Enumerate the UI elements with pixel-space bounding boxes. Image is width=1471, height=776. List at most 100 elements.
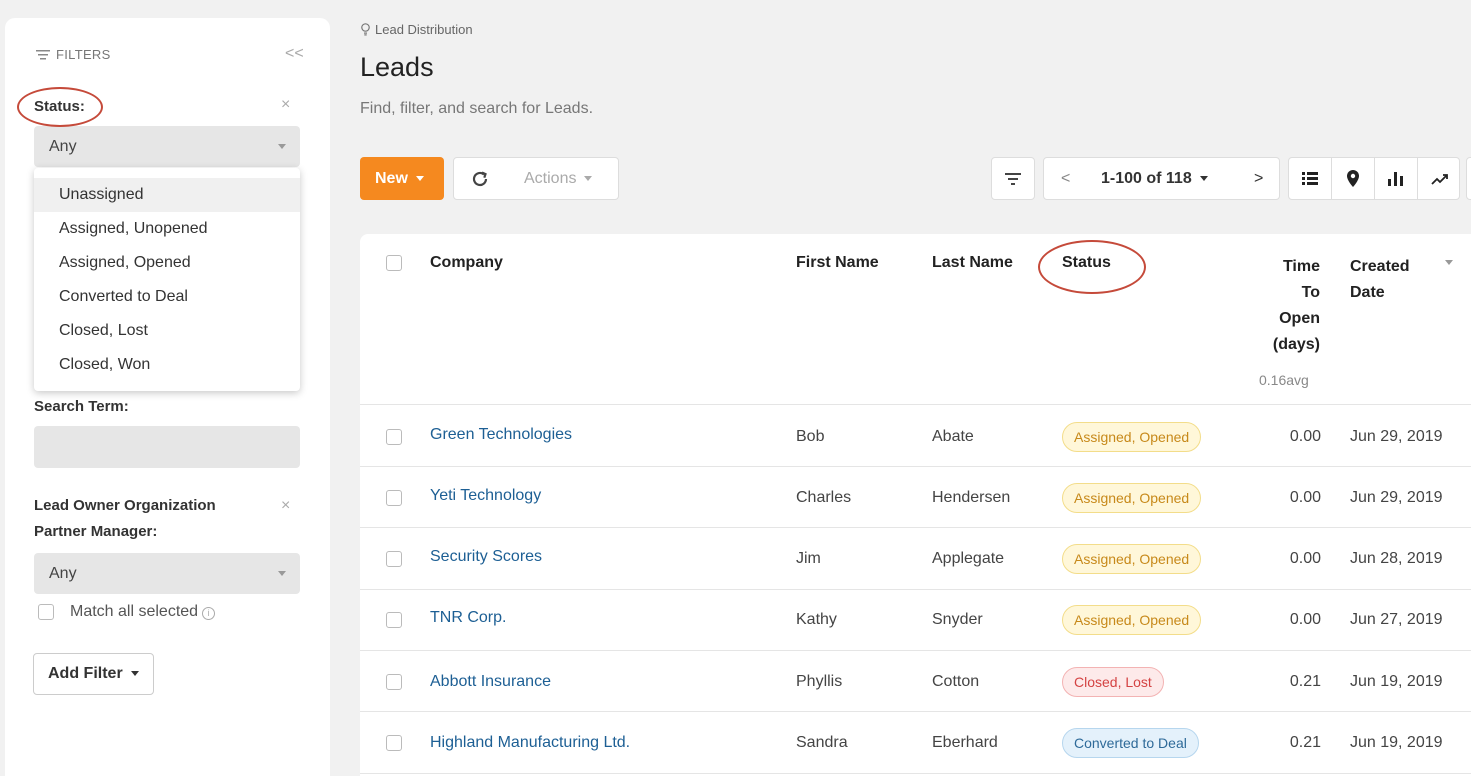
row-checkbox[interactable] [386, 612, 402, 628]
last-name-cell: Eberhard [932, 734, 998, 751]
column-filter-button[interactable] [991, 157, 1035, 200]
row-checkbox[interactable] [386, 490, 402, 506]
company-link[interactable]: Yeti Technology [430, 487, 541, 505]
partner-manager-select[interactable]: Any [34, 553, 300, 594]
row-checkbox[interactable] [386, 735, 402, 751]
column-header-company[interactable]: Company [430, 254, 503, 272]
chevron-down-icon [1199, 176, 1208, 182]
status-option-unassigned[interactable]: Unassigned [34, 178, 300, 212]
created-date-cell: Jun 19, 2019 [1350, 673, 1443, 690]
status-option-closed-lost[interactable]: Closed, Lost [34, 314, 300, 348]
status-filter-label: Status: [34, 98, 85, 115]
actions-group: Actions [453, 157, 619, 200]
view-switcher [1288, 157, 1460, 200]
column-header-last-name[interactable]: Last Name [932, 254, 1013, 272]
list-view-button[interactable] [1289, 158, 1332, 199]
header-divider [360, 404, 1471, 405]
status-option-closed-won[interactable]: Closed, Won [34, 348, 300, 382]
lightbulb-icon [361, 23, 370, 36]
time-to-open-cell: 0.21 [1289, 734, 1321, 751]
chevron-down-icon [584, 176, 593, 182]
chevron-down-icon [278, 144, 286, 149]
status-badge: Assigned, Opened [1062, 483, 1202, 513]
first-name-cell: Jim [796, 550, 821, 567]
filters-header: FILTERS [36, 47, 111, 62]
created-date-cell: Jun 29, 2019 [1350, 489, 1443, 506]
select-all-checkbox[interactable] [386, 255, 402, 271]
created-date-cell: Jun 28, 2019 [1350, 550, 1443, 567]
status-option-assigned-unopened[interactable]: Assigned, Unopened [34, 212, 300, 246]
status-option-converted-to-deal[interactable]: Converted to Deal [34, 280, 300, 314]
chevron-down-icon [278, 571, 286, 576]
breadcrumb-text: Lead Distribution [375, 22, 473, 37]
column-header-status[interactable]: Status [1062, 254, 1111, 272]
next-page-icon[interactable]: > [1254, 158, 1263, 199]
match-all-label: Match all selected [70, 603, 199, 620]
status-select-value: Any [49, 138, 77, 155]
match-all-selected: Match all selected i [38, 603, 216, 621]
status-select[interactable]: Any [34, 126, 300, 167]
add-filter-button[interactable]: Add Filter [33, 653, 154, 695]
list-icon [1302, 172, 1318, 185]
refresh-icon[interactable] [470, 169, 490, 189]
time-to-open-cell: 0.00 [1289, 428, 1321, 445]
last-name-cell: Cotton [932, 673, 980, 690]
new-button[interactable]: New [360, 157, 444, 200]
last-name-cell: Abate [932, 428, 974, 445]
company-link[interactable]: Security Scores [430, 548, 542, 566]
last-name-cell: Applegate [932, 550, 1005, 567]
company-link[interactable]: Abbott Insurance [430, 673, 551, 691]
info-icon[interactable]: i [202, 606, 216, 620]
time-to-open-cell: 0.00 [1289, 550, 1321, 567]
column-header-created-date[interactable]: Created Date [1350, 254, 1410, 306]
row-checkbox[interactable] [386, 551, 402, 567]
created-date-cell: Jun 27, 2019 [1350, 611, 1443, 628]
map-view-button[interactable] [1332, 158, 1375, 199]
time-to-open-average: 0.16avg [1259, 372, 1309, 388]
chevron-down-icon [130, 671, 139, 677]
filter-lines-icon [1005, 173, 1021, 185]
more-options-button[interactable] [1466, 157, 1471, 200]
first-name-cell: Phyllis [796, 673, 843, 690]
new-button-label: New [375, 170, 408, 187]
trend-line-icon [1430, 173, 1448, 185]
column-header-first-name[interactable]: First Name [796, 254, 879, 272]
time-to-open-line4: (days) [1272, 336, 1320, 353]
last-name-cell: Snyder [932, 611, 983, 628]
match-all-checkbox[interactable] [38, 604, 54, 620]
collapse-sidebar-icon[interactable]: << [285, 45, 304, 63]
first-name-cell: Charles [796, 489, 852, 506]
pagination-range[interactable]: 1-100 of 118 [1101, 158, 1208, 199]
sort-descending-icon[interactable] [1445, 260, 1453, 265]
clear-status-filter-icon[interactable]: × [281, 96, 290, 114]
row-divider [360, 650, 1471, 651]
trend-view-button[interactable] [1418, 158, 1459, 199]
search-term-input[interactable] [34, 426, 300, 468]
company-link[interactable]: Green Technologies [430, 426, 572, 444]
breadcrumb[interactable]: Lead Distribution [361, 22, 473, 37]
company-link[interactable]: TNR Corp. [430, 609, 506, 627]
first-name-cell: Bob [796, 428, 825, 445]
previous-page-icon[interactable]: < [1061, 158, 1070, 199]
add-filter-label: Add Filter [48, 665, 123, 682]
actions-button[interactable]: Actions [524, 158, 593, 199]
page-subtitle: Find, filter, and search for Leads. [360, 100, 594, 117]
partner-manager-label-line1: Lead Owner Organization [34, 497, 216, 514]
row-checkbox[interactable] [386, 429, 402, 445]
actions-label: Actions [524, 170, 577, 187]
column-header-time-to-open[interactable]: Time To Open (days) [1240, 254, 1320, 358]
partner-manager-select-value: Any [49, 565, 77, 582]
company-link[interactable]: Highland Manufacturing Ltd. [430, 734, 630, 752]
row-checkbox[interactable] [386, 674, 402, 690]
row-divider [360, 589, 1471, 590]
bar-chart-icon [1388, 171, 1403, 186]
status-option-assigned-opened[interactable]: Assigned, Opened [34, 246, 300, 280]
filters-title: FILTERS [56, 47, 111, 62]
status-dropdown-menu: Unassigned Assigned, Unopened Assigned, … [34, 168, 300, 391]
clear-partner-manager-filter-icon[interactable]: × [281, 497, 290, 515]
bar-chart-view-button[interactable] [1375, 158, 1418, 199]
created-date-cell: Jun 29, 2019 [1350, 428, 1443, 445]
pagination-control: < 1-100 of 118 > [1043, 157, 1280, 200]
pagination-range-label: 1-100 of 118 [1101, 170, 1192, 187]
time-to-open-cell: 0.00 [1289, 611, 1321, 628]
